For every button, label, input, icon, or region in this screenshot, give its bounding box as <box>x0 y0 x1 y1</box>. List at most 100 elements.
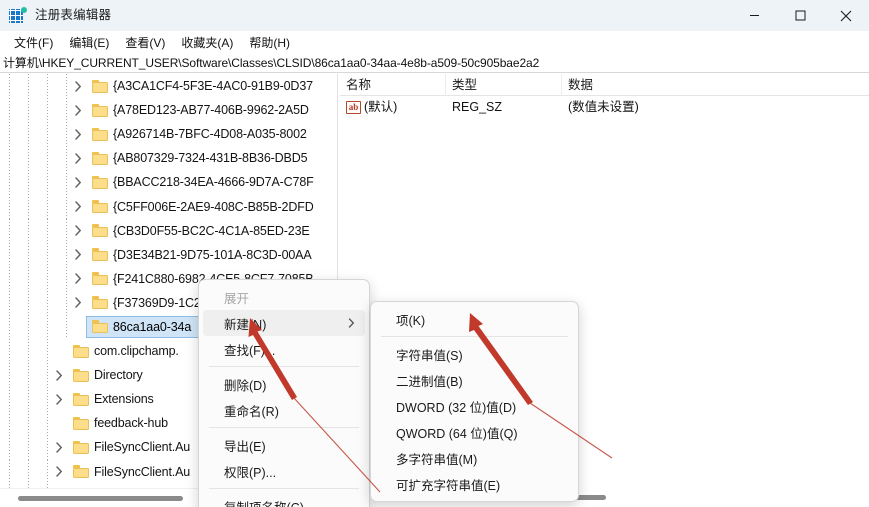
menu-item-label: 展开 <box>224 291 250 306</box>
sub-string-value[interactable]: 字符串值(S) <box>375 341 574 367</box>
chevron-right-icon[interactable] <box>70 247 86 263</box>
tree-item-6[interactable]: {CB3D0F55-BC2C-4C1A-85ED-23E <box>0 218 337 243</box>
folder-icon <box>92 151 109 165</box>
sub-multi-string-value[interactable]: 多字符串值(M) <box>375 445 574 471</box>
menu-item-label: 项(K) <box>396 313 426 328</box>
chevron-right-icon[interactable] <box>70 150 86 166</box>
value-name-cell: ab (默认) <box>340 96 446 118</box>
address-bar[interactable]: 计算机\HKEY_CURRENT_USER\Software\Classes\C… <box>0 53 869 73</box>
tree-item-label: 86ca1aa0-34a <box>113 319 192 334</box>
context-menu[interactable]: 展开新建(N) 查找(F)... 删除(D) 重命名(R) 导出(E) 权限(P)... 复… <box>198 279 370 507</box>
menu-item-label: 查找(F)... <box>224 343 276 358</box>
chevron-right-icon[interactable] <box>70 199 86 215</box>
ctx-permissions[interactable]: 权限(P)... <box>203 458 365 484</box>
folder-icon <box>92 200 109 214</box>
tree-item-4[interactable]: {BBACC218-34EA-4666-9D7A-C78F <box>0 170 337 195</box>
column-type[interactable]: 类型 <box>446 74 562 96</box>
new-submenu[interactable]: 项(K) 字符串值(S) 二进制值(B) DWORD (32 位)值(D) QWORD … <box>370 301 579 502</box>
window-title: 注册表编辑器 <box>35 8 112 22</box>
tree-item-1[interactable]: {A78ED123-AB77-406B-9962-2A5D <box>0 98 337 123</box>
tree-item-label: feedback-hub <box>94 416 168 431</box>
folder-icon <box>73 368 90 382</box>
tree-item-7[interactable]: {D3E34B21-9D75-101A-8C3D-00AA <box>0 242 337 267</box>
chevron-right-icon[interactable] <box>70 295 86 311</box>
sub-expandable-string-value[interactable]: 可扩充字符串值(E) <box>375 471 574 497</box>
ctx-expand: 展开 <box>203 284 365 310</box>
registry-path: 计算机\HKEY_CURRENT_USER\Software\Classes\C… <box>3 56 540 70</box>
folder-icon <box>73 440 90 454</box>
folder-icon <box>73 344 90 358</box>
chevron-right-icon[interactable] <box>70 78 86 94</box>
folder-icon <box>92 224 109 238</box>
registry-editor-window: 注册表编辑器 文件(F) 编辑(E) 查看(V) 收藏夹(A) 帮助(H) 计算… <box>0 0 869 507</box>
column-data[interactable]: 数据 <box>562 74 869 96</box>
title-bar: 注册表编辑器 <box>0 0 869 31</box>
menu-item-label: 复制项名称(C) <box>224 497 304 507</box>
string-value-ab-icon: ab <box>346 100 361 114</box>
tree-item-0[interactable]: {A3CA1CF4-5F3E-4AC0-91B9-0D37 <box>0 74 337 99</box>
folder-icon <box>92 272 109 286</box>
tree-item-5[interactable]: {C5FF006E-2AE9-408C-B85B-2DFD <box>0 194 337 219</box>
sub-binary-value[interactable]: 二进制值(B) <box>375 367 574 393</box>
menu-bar: 文件(F) 编辑(E) 查看(V) 收藏夹(A) 帮助(H) <box>0 31 869 53</box>
ctx-find[interactable]: 查找(F)... <box>203 336 365 362</box>
menu-file[interactable]: 文件(F) <box>6 32 61 53</box>
tree-scrollbar-thumb[interactable] <box>18 496 183 501</box>
column-name[interactable]: 名称 <box>340 74 446 96</box>
menu-favorites[interactable]: 收藏夹(A) <box>173 32 241 53</box>
menu-edit[interactable]: 编辑(E) <box>61 32 117 53</box>
tree-item-label: {BBACC218-34EA-4666-9D7A-C78F <box>113 175 314 190</box>
minimize-button[interactable] <box>731 0 777 31</box>
maximize-button[interactable] <box>777 0 823 31</box>
menu-item-label: 可扩充字符串值(E) <box>396 478 501 493</box>
menu-item-label: QWORD (64 位)值(Q) <box>396 426 518 441</box>
chevron-right-icon[interactable] <box>70 271 86 287</box>
folder-icon <box>73 465 90 479</box>
window-controls <box>731 0 869 31</box>
menu-item-label: DWORD (32 位)值(D) <box>396 400 517 415</box>
folder-icon <box>92 79 109 93</box>
chevron-right-icon[interactable] <box>51 464 67 480</box>
ctx-new[interactable]: 新建(N) <box>203 310 365 336</box>
chevron-right-icon[interactable] <box>51 367 67 383</box>
chevron-right-icon <box>348 318 355 328</box>
chevron-right-icon[interactable] <box>70 223 86 239</box>
menu-item-label: 删除(D) <box>224 378 267 393</box>
chevron-right-icon[interactable] <box>51 439 67 455</box>
sub-key[interactable]: 项(K) <box>375 306 574 332</box>
folder-icon <box>92 296 109 310</box>
tree-item-label: FileSyncClient.Au <box>94 440 191 455</box>
menu-view[interactable]: 查看(V) <box>117 32 173 53</box>
menu-item-label: 权限(P)... <box>224 465 277 480</box>
menu-separator <box>209 488 359 489</box>
tree-item-label: {AB807329-7324-431B-8B36-DBD5 <box>113 151 308 166</box>
tree-item-label: FileSyncClient.Au <box>94 464 191 479</box>
table-row[interactable]: ab (默认) REG_SZ (数值未设置) <box>340 96 869 118</box>
chevron-right-icon[interactable] <box>70 126 86 142</box>
menu-separator <box>381 336 568 337</box>
ctx-rename[interactable]: 重命名(R) <box>203 397 365 423</box>
sub-dword-value[interactable]: DWORD (32 位)值(D) <box>375 393 574 419</box>
ctx-export[interactable]: 导出(E) <box>203 432 365 458</box>
close-button[interactable] <box>823 0 869 31</box>
value-type-cell: REG_SZ <box>452 100 503 114</box>
sub-qword-value[interactable]: QWORD (64 位)值(Q) <box>375 419 574 445</box>
chevron-right-icon[interactable] <box>70 102 86 118</box>
folder-icon <box>92 103 109 117</box>
folder-icon <box>92 127 109 141</box>
tree-item-label: {C5FF006E-2AE9-408C-B85B-2DFD <box>113 199 314 214</box>
tree-item-label: {A926714B-7BFC-4D08-A035-8002 <box>113 127 307 142</box>
tree-item-3[interactable]: {AB807329-7324-431B-8B36-DBD5 <box>0 146 337 171</box>
menu-item-label: 二进制值(B) <box>396 374 463 389</box>
chevron-right-icon[interactable] <box>70 174 86 190</box>
ctx-copy-key-name[interactable]: 复制项名称(C) <box>203 493 365 507</box>
tree-item-label: Extensions <box>94 392 154 407</box>
folder-icon <box>92 248 109 262</box>
chevron-right-icon[interactable] <box>51 391 67 407</box>
menu-item-label: 多字符串值(M) <box>396 452 478 467</box>
menu-help[interactable]: 帮助(H) <box>241 32 298 53</box>
menu-item-label: 新建(N) <box>224 317 267 332</box>
ctx-delete[interactable]: 删除(D) <box>203 371 365 397</box>
menu-separator <box>209 366 359 367</box>
tree-item-2[interactable]: {A926714B-7BFC-4D08-A035-8002 <box>0 122 337 147</box>
